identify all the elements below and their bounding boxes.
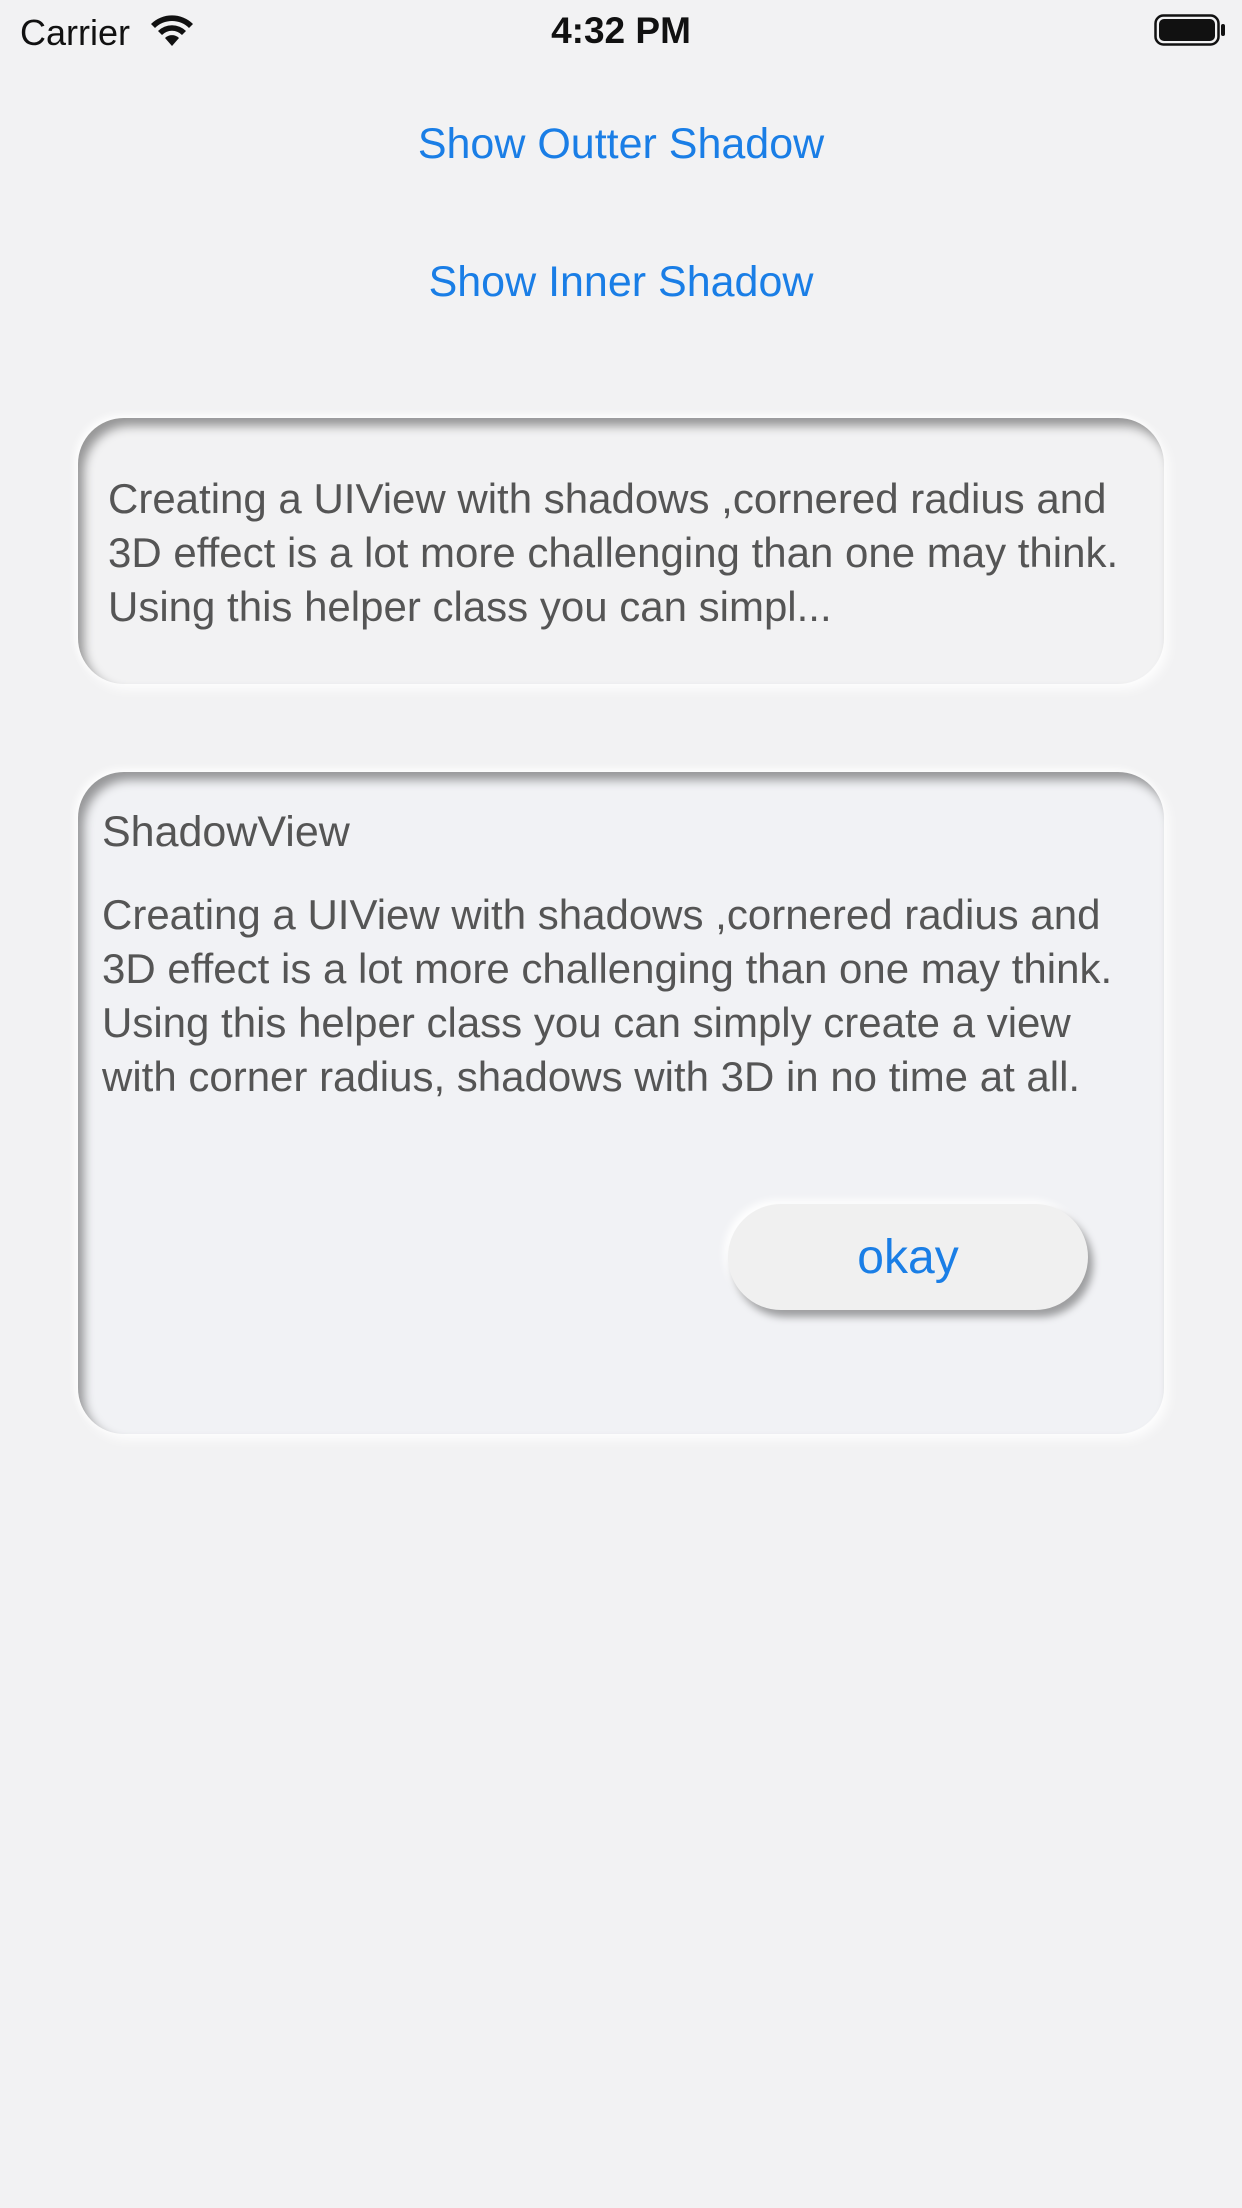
show-inner-shadow-button[interactable]: Show Inner Shadow (0, 258, 1242, 307)
battery-icon (1154, 14, 1226, 46)
show-outer-shadow-button[interactable]: Show Outter Shadow (0, 120, 1242, 169)
status-bar: Carrier 4:32 PM (0, 0, 1242, 64)
shadow-card-preview: Creating a UIView with shadows ,cornered… (78, 418, 1164, 684)
card-preview-text: Creating a UIView with shadows ,cornered… (108, 475, 1119, 630)
okay-button[interactable]: okay (728, 1204, 1088, 1310)
card-title: ShadowView (102, 808, 350, 856)
clock: 4:32 PM (551, 10, 691, 51)
card-body-text: Creating a UIView with shadows ,cornered… (102, 891, 1113, 1100)
shadow-card-detail: ShadowView Creating a UIView with shadow… (78, 772, 1164, 1434)
